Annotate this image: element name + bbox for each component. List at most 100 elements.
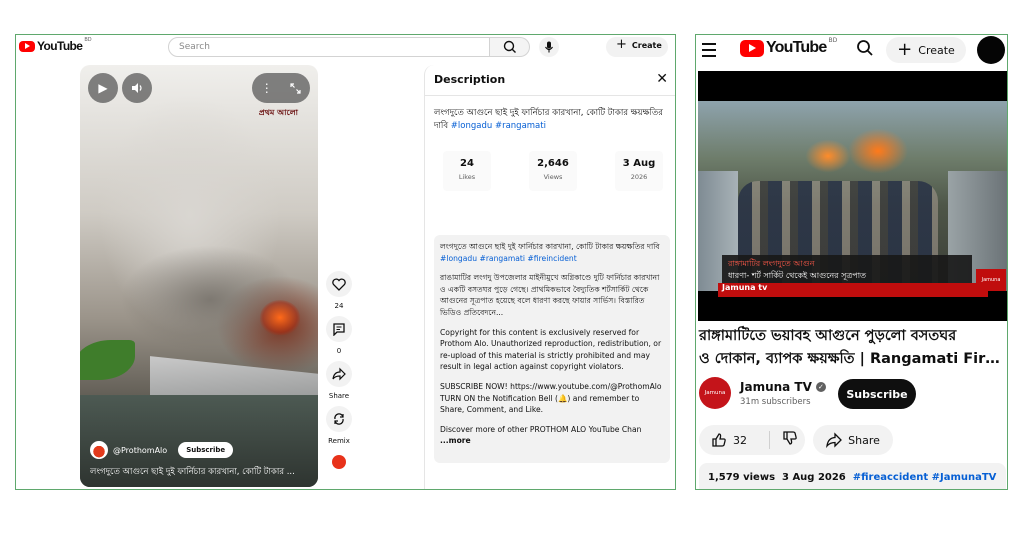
fullscreen-icon[interactable] [290, 82, 301, 94]
stat-likes-label: Likes [458, 173, 476, 181]
chyron-line-2: ধারণা- শর্ট সার্কিট থেকেই আগুনের সূত্রপা… [728, 271, 867, 280]
description-title: লংগদুতে আগুনে ছাই দুই ফার্নিচার কারখানা,… [434, 107, 672, 133]
prothom-alo-watermark: প্রথম আলো [258, 108, 298, 117]
stat-views-label: Views [543, 173, 563, 181]
desktop-screenshot: YouTube BD Search + Create ▶ ⋮ প্রথম আলো… [15, 34, 676, 490]
divider [425, 95, 675, 96]
play-icon: ▶ [98, 81, 108, 95]
description-copyright: Copyright for this content is exclusivel… [440, 327, 662, 372]
share-button[interactable] [326, 361, 352, 387]
heart-icon [332, 277, 346, 291]
create-button[interactable]: + Create [606, 37, 668, 57]
more-options-icon[interactable]: ⋮ [261, 81, 273, 95]
search-button[interactable] [490, 37, 530, 57]
close-icon[interactable]: ✕ [656, 71, 668, 87]
volume-icon [132, 83, 142, 93]
dislike-button[interactable] [770, 430, 798, 450]
remix-button[interactable] [326, 406, 352, 432]
youtube-logo[interactable]: YouTube BD [19, 37, 92, 53]
description-discover: Discover more of other PROTHOM ALO YouTu… [440, 424, 664, 447]
video-frame-fire [260, 300, 300, 335]
channel-row: @ProthomAlo Subscribe [90, 441, 234, 459]
jamuna-corner-badge: Jamuna [976, 269, 1006, 291]
news-chyron: রাঙ্গামাটির লংগদুতে আগুন ধারণা- শর্ট সার… [722, 255, 972, 285]
youtube-wordmark: YouTube [766, 39, 827, 56]
thumbs-up-icon [712, 433, 726, 447]
create-label: Create [631, 41, 662, 50]
stat-date-value: 3 Aug [622, 158, 656, 169]
stat-likes-value: 24 [460, 158, 474, 169]
share-button[interactable]: Share [813, 425, 893, 455]
action-row: 32 Share [699, 425, 893, 455]
stat-views: 2,646 Views [529, 151, 577, 191]
subscribe-button[interactable]: Subscribe [178, 442, 234, 458]
channel-name[interactable]: Jamuna TV [740, 380, 812, 394]
search-icon [503, 40, 516, 53]
description-heading: Description [434, 73, 506, 86]
video-metadata[interactable]: 1,579 views 3 Aug 2026 #fireaccident #Ja… [699, 463, 1006, 489]
channel-spark-avatar[interactable] [332, 455, 346, 469]
voice-search-button[interactable] [539, 37, 559, 57]
play-button[interactable]: ▶ [88, 73, 118, 103]
subscribe-button[interactable]: Subscribe [838, 379, 916, 409]
account-avatar[interactable] [977, 36, 1005, 64]
like-button[interactable]: 32 [699, 431, 770, 449]
channel-avatar[interactable]: Jamuna [699, 377, 731, 409]
jamuna-brand-bar: Jamuna tv [718, 283, 988, 297]
chyron-line-1: রাঙ্গামাটির লংগদুতে আগুন [728, 259, 815, 268]
video-title[interactable]: রাঙ্গামাটিতে ভয়াবহ আগুনে পুড়লো বসতঘর ও… [699, 325, 1006, 371]
youtube-play-icon [19, 40, 35, 52]
description-title-hashtags[interactable]: #longadu #rangamati [451, 121, 546, 131]
like-count: 24 [334, 302, 344, 310]
like-dislike-group: 32 [699, 425, 805, 455]
comment-button[interactable] [326, 316, 352, 342]
video-player[interactable]: রাঙ্গামাটির লংগদুতে আগুন ধারণা- শর্ট সার… [698, 71, 1007, 321]
metadata-hashtags[interactable]: #fireaccident #JamunaTV [853, 472, 997, 483]
country-code: BD [828, 36, 838, 44]
volume-button[interactable] [122, 73, 152, 103]
description-panel: Description ✕ লংগদুতে আগুনে ছাই দুই ফার্… [424, 65, 675, 489]
mobile-screenshot: YouTube BD + Create রাঙ্গামাটির লংগদুতে … [695, 34, 1008, 490]
description-summary: রাঙামাটির লংগদু উপজেলার মাইনীমুখে অগ্নিক… [440, 273, 660, 317]
verified-icon: ✓ [815, 381, 826, 392]
youtube-wordmark: YouTube [37, 39, 83, 53]
video-title-line-2: ও দোকান, ব্যাপক ক্ষয়ক্ষতি | Rangamati F… [699, 351, 1006, 367]
channel-handle[interactable]: @ProthomAlo [113, 446, 167, 455]
plus-icon: + [616, 37, 627, 52]
create-label: Create [918, 43, 955, 57]
more-link[interactable]: ...more [440, 436, 471, 445]
hamburger-menu-icon[interactable] [702, 43, 716, 61]
remix-icon [334, 413, 344, 425]
like-count: 32 [733, 433, 747, 447]
description-body-title-text: লংগদুতে আগুনে ছাই দুই ফার্নিচার কারখানা,… [440, 242, 660, 251]
shorts-video-player[interactable]: ▶ ⋮ প্রথম আলো @ProthomAlo Subscribe লংগদ… [80, 65, 318, 487]
thumbs-down-icon [783, 431, 797, 445]
upload-date: 3 Aug 2026 [782, 472, 846, 483]
stats-row: 24 Likes 2,646 Views 3 Aug 2026 [443, 151, 663, 191]
description-body-hashtags[interactable]: #longadu #rangamati #fireincident [440, 254, 577, 263]
share-icon [826, 432, 843, 448]
create-button[interactable]: + Create [886, 37, 966, 63]
description-body[interactable]: লংগদুতে আগুনে ছাই দুই ফার্নিচার কারখানা,… [434, 235, 670, 463]
youtube-logo[interactable]: YouTube BD [740, 36, 838, 57]
plus-icon: + [897, 39, 913, 60]
share-label: Share [848, 433, 880, 447]
like-button[interactable] [326, 271, 352, 297]
channel-avatar[interactable] [90, 441, 108, 459]
description-discover-text: Discover more of other PROTHOM ALO YouTu… [440, 424, 642, 434]
video-overlay-title[interactable]: লংগদুতে আগুনে ছাই দুই ফার্নিচার কারখানা,… [90, 465, 310, 479]
share-label: Share [328, 392, 350, 400]
search-icon[interactable] [856, 39, 874, 61]
player-options[interactable]: ⋮ [252, 73, 310, 103]
stat-date: 3 Aug 2026 [615, 151, 663, 191]
channel-info[interactable]: Jamuna Jamuna TV ✓ 31m subscribers [699, 377, 826, 409]
view-count: 1,579 views [708, 472, 776, 483]
country-code: BD [84, 37, 92, 43]
channel-details: Jamuna TV ✓ 31m subscribers [740, 380, 826, 407]
description-body-title: লংগদুতে আগুনে ছাই দুই ফার্নিচার কারখানা,… [440, 241, 664, 264]
search-input[interactable]: Search [168, 37, 490, 57]
stat-views-value: 2,646 [537, 158, 569, 169]
video-title-line-1: রাঙ্গামাটিতে ভয়াবহ আগুনে পুড়লো বসতঘর [699, 328, 957, 344]
share-icon [332, 367, 346, 381]
remix-label: Remix [328, 437, 350, 445]
